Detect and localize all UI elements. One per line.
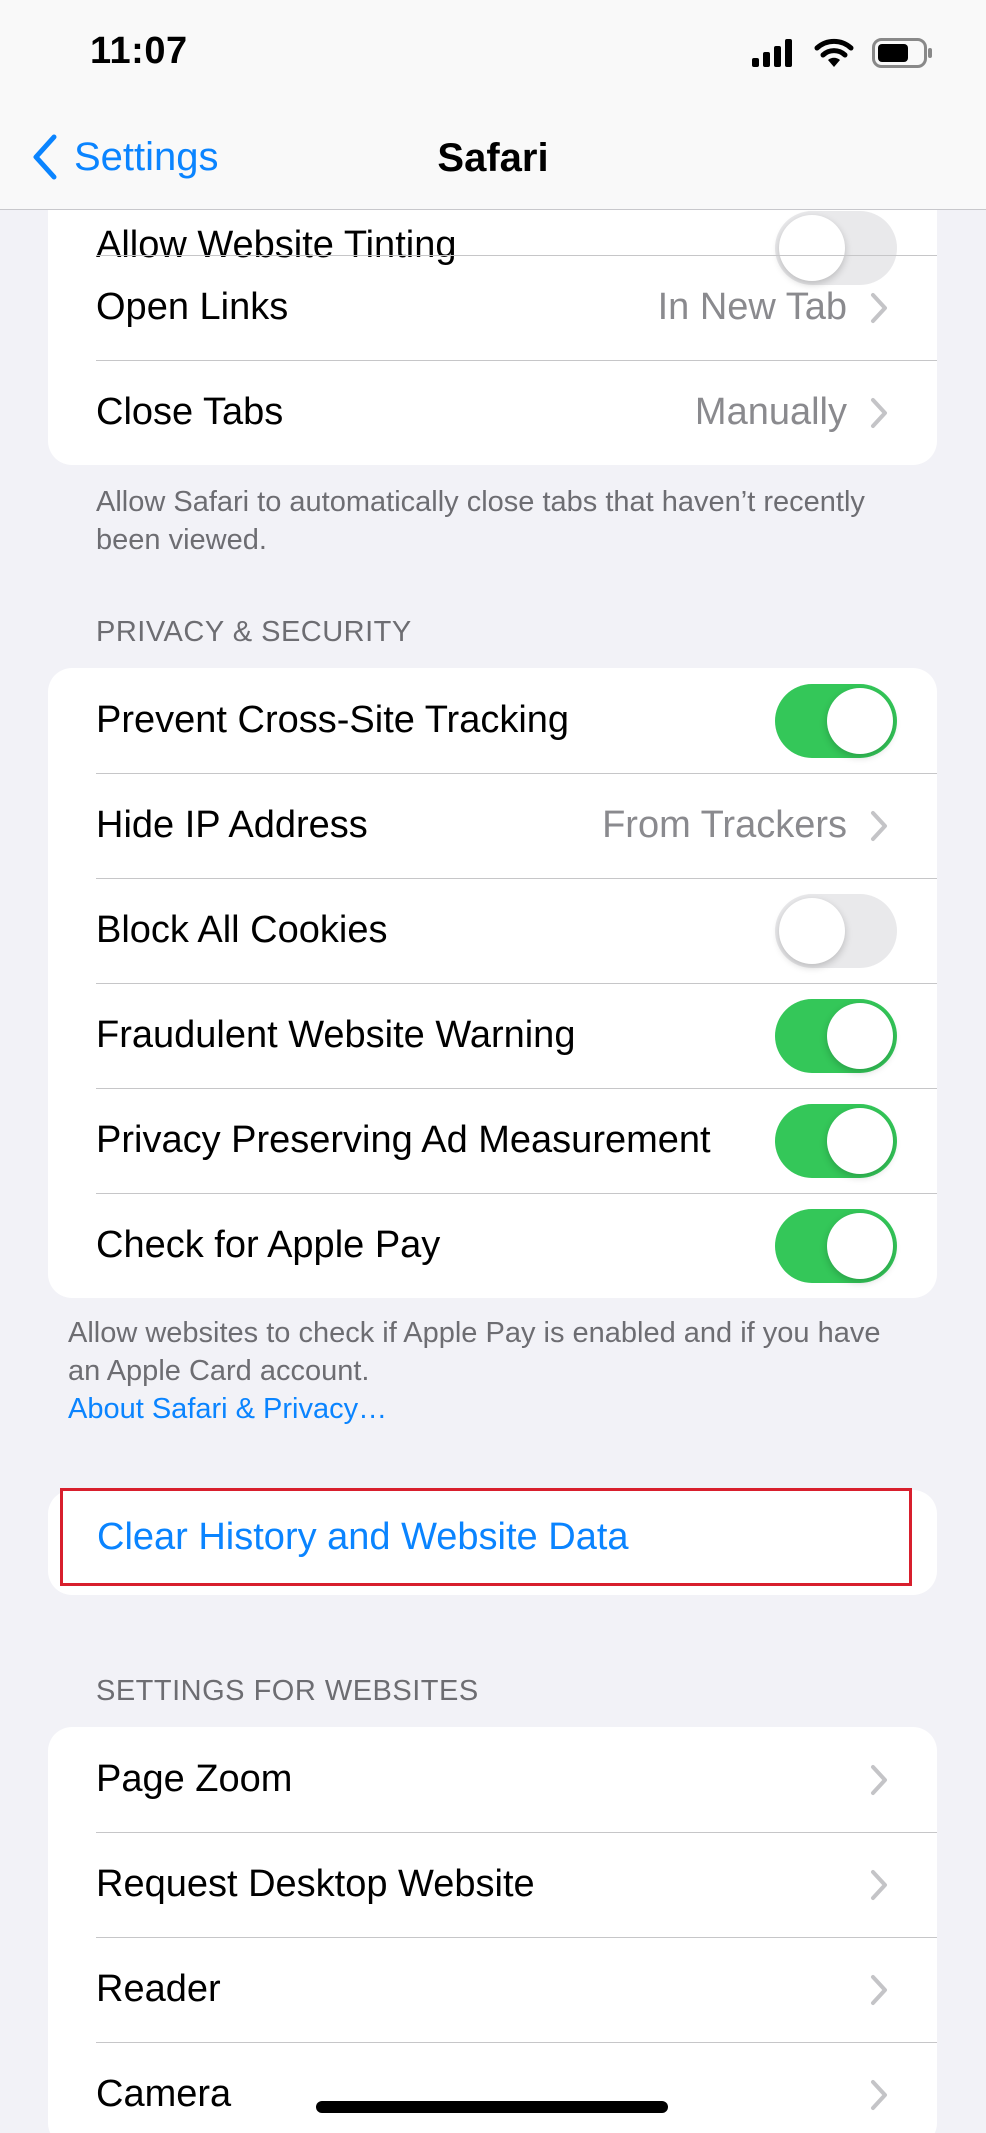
status-time: 11:07 — [90, 30, 188, 72]
camera-row[interactable]: Camera — [48, 2042, 937, 2133]
cellular-signal-icon — [752, 39, 792, 67]
privacy-preserving-ad-measurement-row[interactable]: Privacy Preserving Ad Measurement — [48, 1088, 937, 1193]
row-label: Block All Cookies — [96, 909, 388, 951]
row-label: Request Desktop Website — [96, 1863, 535, 1905]
check-for-apple-pay-row[interactable]: Check for Apple Pay — [48, 1193, 937, 1298]
privacy-preserving-ad-measurement-toggle[interactable] — [775, 1103, 897, 1178]
prevent-cross-site-tracking-toggle[interactable] — [775, 683, 897, 758]
home-indicator[interactable] — [316, 2101, 668, 2113]
chevron-right-icon — [871, 810, 887, 841]
row-label: Open Links — [96, 286, 289, 328]
fraudulent-website-warning-row[interactable]: Fraudulent Website Warning — [48, 983, 937, 1088]
check-for-apple-pay-toggle[interactable] — [775, 1208, 897, 1283]
chevron-right-icon — [871, 2079, 887, 2110]
toggle-knob — [827, 1107, 893, 1174]
about-safari-privacy-link[interactable]: About Safari & Privacy… — [68, 1393, 387, 1425]
chevron-right-icon — [871, 1764, 887, 1795]
apple-pay-footer: Allow websites to check if Apple Pay is … — [68, 1314, 918, 1428]
toggle-knob — [827, 1212, 893, 1279]
hide-ip-address-row[interactable]: Hide IP Address From Trackers — [48, 773, 937, 878]
chevron-right-icon — [871, 1869, 887, 1900]
prevent-cross-site-tracking-row[interactable]: Prevent Cross-Site Tracking — [48, 668, 937, 773]
privacy-settings-group: Prevent Cross-Site Tracking Hide IP Addr… — [48, 668, 937, 1298]
clear-history-label: Clear History and Website Data — [97, 1515, 629, 1558]
row-value: Manually — [694, 391, 847, 433]
clear-history-button[interactable]: Clear History and Website Data — [60, 1488, 912, 1586]
status-bar: 11:07 — [0, 0, 986, 110]
navigation-bar: Settings Safari — [0, 110, 986, 210]
tabs-settings-group: Allow Website Tinting Open Links In New … — [48, 170, 937, 465]
chevron-right-icon — [871, 397, 887, 428]
websites-section-header: SETTINGS FOR WEBSITES — [96, 1675, 479, 1707]
reader-row[interactable]: Reader — [48, 1937, 937, 2042]
request-desktop-website-row[interactable]: Request Desktop Website — [48, 1832, 937, 1937]
row-value: In New Tab — [657, 286, 847, 328]
battery-icon — [872, 38, 932, 68]
wifi-icon — [814, 38, 854, 67]
row-label: Page Zoom — [96, 1758, 293, 1800]
block-all-cookies-row[interactable]: Block All Cookies — [48, 878, 937, 983]
privacy-section-header: PRIVACY & SECURITY — [96, 616, 412, 648]
open-links-row[interactable]: Open Links In New Tab — [48, 255, 937, 360]
close-tabs-footer: Allow Safari to automatically close tabs… — [96, 486, 865, 556]
close-tabs-row[interactable]: Close Tabs Manually — [48, 360, 937, 465]
row-label: Fraudulent Website Warning — [96, 1014, 576, 1056]
toggle-knob — [779, 897, 845, 964]
status-icons — [752, 38, 934, 68]
toggle-knob — [827, 687, 893, 754]
row-label: Reader — [96, 1968, 221, 2010]
chevron-right-icon — [871, 1974, 887, 2005]
row-label: Hide IP Address — [96, 804, 368, 846]
row-label: Privacy Preserving Ad Measurement — [96, 1119, 711, 1161]
row-label: Close Tabs — [96, 391, 284, 433]
apple-pay-footer-text: Allow websites to check if Apple Pay is … — [68, 1317, 881, 1387]
chevron-right-icon — [871, 292, 887, 323]
toggle-knob — [827, 1002, 893, 1069]
row-label: Check for Apple Pay — [96, 1224, 441, 1266]
row-value: From Trackers — [602, 804, 847, 846]
fraudulent-website-warning-toggle[interactable] — [775, 998, 897, 1073]
website-settings-group: Page Zoom Request Desktop Website Reader… — [48, 1727, 937, 2133]
row-label: Prevent Cross-Site Tracking — [96, 699, 570, 741]
page-title: Safari — [437, 136, 549, 180]
block-all-cookies-toggle[interactable] — [775, 893, 897, 968]
page-zoom-row[interactable]: Page Zoom — [48, 1727, 937, 1832]
